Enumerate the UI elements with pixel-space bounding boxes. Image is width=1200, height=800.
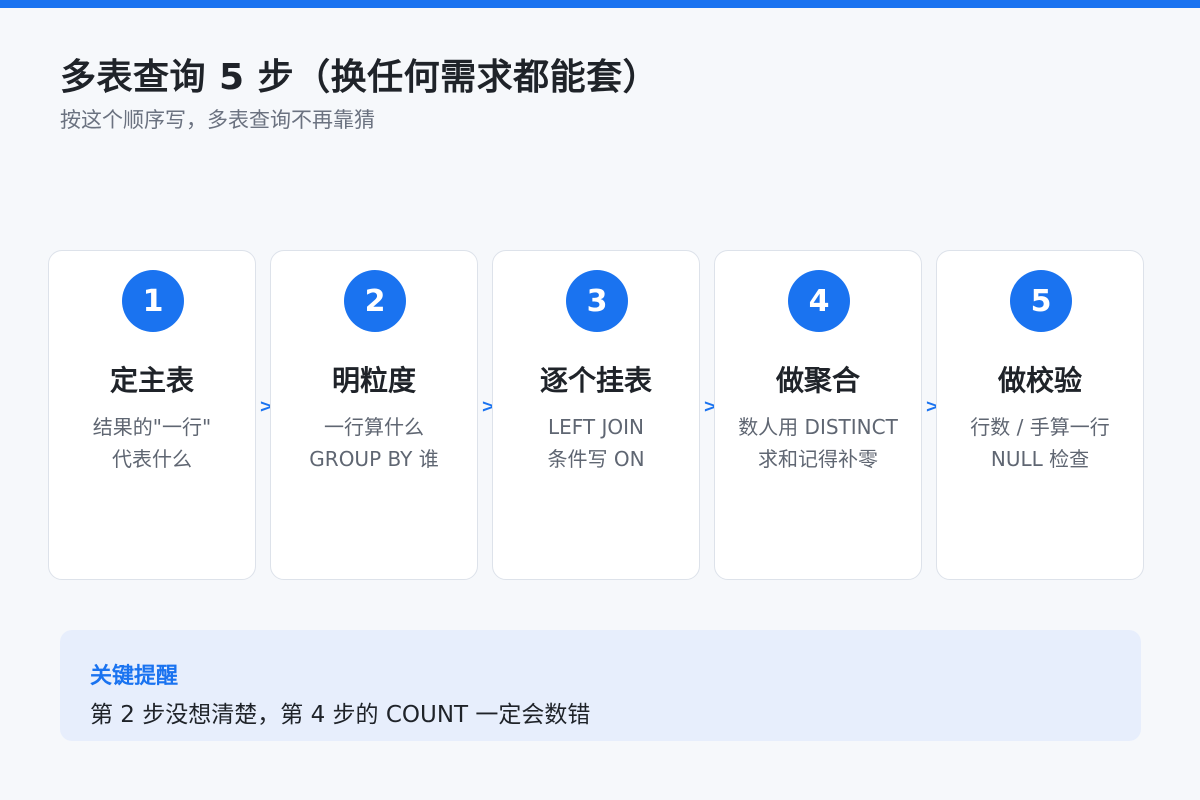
step-description-line: 求和记得补零 bbox=[758, 447, 878, 471]
step-description: 数人用 DISTINCT 求和记得补零 bbox=[715, 411, 921, 475]
top-accent-bar bbox=[0, 0, 1200, 8]
step-number-badge: 3 bbox=[566, 270, 628, 332]
step-description: LEFT JOIN 条件写 ON bbox=[493, 411, 699, 475]
step-number-badge: 2 bbox=[344, 270, 406, 332]
page-title: 多表查询 5 步（换任何需求都能套） bbox=[60, 57, 660, 98]
step-description-line: 数人用 DISTINCT bbox=[738, 415, 898, 439]
callout-title: 关键提醒 bbox=[90, 664, 179, 689]
step-description: 结果的"一行" 代表什么 bbox=[49, 411, 255, 475]
step-description: 一行算什么 GROUP BY 谁 bbox=[271, 411, 477, 475]
step-card-1: 1 定主表 结果的"一行" 代表什么 bbox=[48, 250, 256, 580]
step-card-2: 2 明粒度 一行算什么 GROUP BY 谁 bbox=[270, 250, 478, 580]
step-title: 逐个挂表 bbox=[539, 364, 652, 397]
step-card-4: 4 做聚合 数人用 DISTINCT 求和记得补零 bbox=[714, 250, 922, 580]
page: 多表查询 5 步（换任何需求都能套） 按这个顺序写，多表查询不再靠猜 1 定主表… bbox=[0, 0, 1200, 800]
step-title: 做聚合 bbox=[775, 364, 860, 397]
step-number-badge: 5 bbox=[1010, 270, 1072, 332]
page-subtitle: 按这个顺序写，多表查询不再靠猜 bbox=[60, 108, 375, 132]
step-description-line: GROUP BY 谁 bbox=[309, 447, 439, 471]
step-description-line: 行数 / 手算一行 bbox=[970, 415, 1110, 439]
step-card-5: 5 做校验 行数 / 手算一行 NULL 检查 bbox=[936, 250, 1144, 580]
step-description: 行数 / 手算一行 NULL 检查 bbox=[937, 411, 1143, 475]
callout-text: 第 2 步没想清楚，第 4 步的 COUNT 一定会数错 bbox=[90, 702, 591, 728]
step-number-badge: 4 bbox=[788, 270, 850, 332]
step-description-line: 条件写 ON bbox=[547, 447, 645, 471]
step-description-line: 结果的"一行" bbox=[92, 415, 212, 439]
key-reminder-callout: 关键提醒 第 2 步没想清楚，第 4 步的 COUNT 一定会数错 bbox=[60, 630, 1141, 741]
step-description-line: 一行算什么 bbox=[324, 415, 424, 439]
step-card-3: 3 逐个挂表 LEFT JOIN 条件写 ON bbox=[492, 250, 700, 580]
step-title: 做校验 bbox=[997, 364, 1082, 397]
step-description-line: NULL 检查 bbox=[990, 447, 1090, 471]
steps-row: 1 定主表 结果的"一行" 代表什么 > 2 明粒度 一行算什么 GROUP B… bbox=[48, 250, 1148, 580]
step-description-line: 代表什么 bbox=[112, 447, 192, 471]
step-title: 定主表 bbox=[109, 364, 194, 397]
step-title: 明粒度 bbox=[331, 364, 416, 397]
step-number-badge: 1 bbox=[122, 270, 184, 332]
step-description-line: LEFT JOIN bbox=[547, 415, 644, 439]
